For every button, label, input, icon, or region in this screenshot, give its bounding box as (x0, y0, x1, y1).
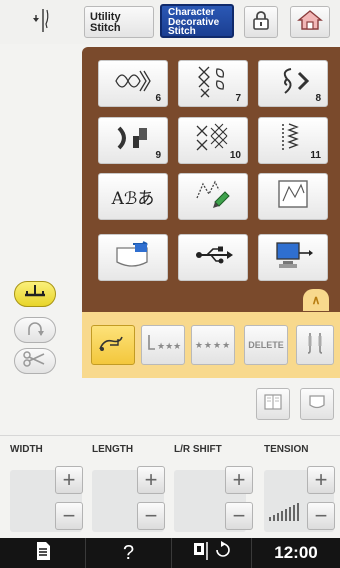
stitch-star-button[interactable]: ★★★ (141, 325, 185, 365)
help-button[interactable]: ? (86, 538, 172, 568)
lr-shift-label: L/R SHIFT (174, 444, 222, 455)
category-number: 11 (310, 150, 321, 161)
reverse-stitch-button[interactable] (14, 317, 56, 343)
home-button[interactable] (290, 6, 330, 38)
document-icon (35, 541, 51, 566)
stars-icon: ★★★★ (194, 339, 232, 350)
lock-icon (250, 9, 272, 36)
pattern-explanation-button[interactable] (172, 538, 252, 568)
manual-button[interactable] (256, 388, 290, 420)
scroll-stitch-icon (273, 63, 313, 104)
pattern-category-10[interactable]: 10 (178, 117, 248, 164)
computer-icon (273, 239, 313, 276)
needle-thread-icon (191, 540, 233, 567)
pattern-category-7[interactable]: 7 (178, 60, 248, 107)
length-plus-button[interactable]: + (137, 466, 165, 494)
category-number: 9 (155, 150, 161, 161)
twin-needle-icon (302, 330, 328, 361)
character-stitch-button[interactable]: Aℬあ (98, 173, 168, 220)
tension-minus-button[interactable]: − (307, 502, 335, 530)
delete-button[interactable]: DELETE (244, 325, 288, 365)
satin-stitch-icon (113, 120, 153, 161)
length-label: LENGTH (92, 444, 134, 455)
presser-foot-icon (22, 283, 48, 306)
pattern-category-6[interactable]: 6 (98, 60, 168, 107)
character-stitch-label: Aℬあ (111, 189, 155, 209)
length-minus-button[interactable]: − (137, 502, 165, 530)
zigzag-stitch-icon (275, 120, 311, 161)
thread-loop-icon (96, 331, 130, 360)
star-stars-button[interactable]: ★★★★ (191, 325, 235, 365)
stitch-star-icon: ★★★ (145, 331, 181, 360)
top-bar: Utility Stitch Character Decorative Stit… (0, 0, 340, 44)
svg-text:★★★: ★★★ (157, 342, 181, 352)
pen-draw-icon (191, 176, 235, 217)
pattern-category-11[interactable]: 11 (258, 117, 328, 164)
u-turn-icon (23, 319, 47, 342)
category-number: 7 (235, 93, 241, 104)
scissors-icon (22, 350, 48, 373)
pocket-icon (307, 393, 327, 416)
myillust-draw-button[interactable] (178, 173, 248, 220)
twin-needle-button[interactable] (296, 325, 334, 365)
status-bar: ? 12:00 (0, 538, 340, 568)
book-icon (263, 393, 283, 416)
tension-level-indicator (268, 500, 300, 527)
needle-position-icon[interactable] (20, 6, 74, 38)
category-number: 8 (315, 93, 321, 104)
cross-hatch-stitch-icon (193, 120, 233, 161)
tension-label: TENSION (264, 444, 309, 455)
delete-label: DELETE (248, 340, 284, 350)
chevron-up-icon: ∧ (311, 293, 321, 307)
pattern-category-9[interactable]: 9 (98, 117, 168, 164)
tension-plus-button[interactable]: + (307, 466, 335, 494)
tab-utility-stitch[interactable]: Utility Stitch (84, 6, 154, 38)
category-number: 6 (155, 93, 161, 104)
pocket-memory-icon (113, 240, 153, 275)
usb-memory-button[interactable] (178, 234, 248, 281)
divider (0, 435, 340, 436)
pc-memory-button[interactable] (258, 234, 328, 281)
pocket-save-button[interactable] (300, 388, 334, 420)
tab-character-decorative-stitch[interactable]: Character Decorative Stitch (160, 4, 234, 38)
lock-button[interactable] (244, 6, 278, 38)
lr-shift-plus-button[interactable]: + (225, 466, 253, 494)
category-number: 10 (229, 150, 241, 161)
width-label: WIDTH (10, 444, 43, 455)
scroll-up-button[interactable]: ∧ (303, 289, 329, 311)
lr-shift-minus-button[interactable]: − (225, 502, 253, 530)
stitch-design-icon (275, 177, 311, 216)
usb-icon (193, 243, 233, 272)
floral-stitch-icon (110, 63, 156, 104)
clock-time: 12:00 (274, 543, 318, 562)
myillust-edit-button[interactable] (258, 173, 328, 220)
cross-stitch-icon (193, 63, 233, 104)
presser-foot-button[interactable] (14, 281, 56, 307)
thread-cutter-button[interactable] (14, 348, 56, 374)
home-icon (297, 9, 323, 36)
settings-button[interactable] (0, 538, 86, 568)
pattern-category-8[interactable]: 8 (258, 60, 328, 107)
pocket-memory-button[interactable] (98, 234, 168, 281)
width-plus-button[interactable]: + (55, 466, 83, 494)
width-minus-button[interactable]: − (55, 502, 83, 530)
single-triple-stitch-button[interactable] (91, 325, 135, 365)
clock-display: 12:00 (252, 538, 340, 568)
